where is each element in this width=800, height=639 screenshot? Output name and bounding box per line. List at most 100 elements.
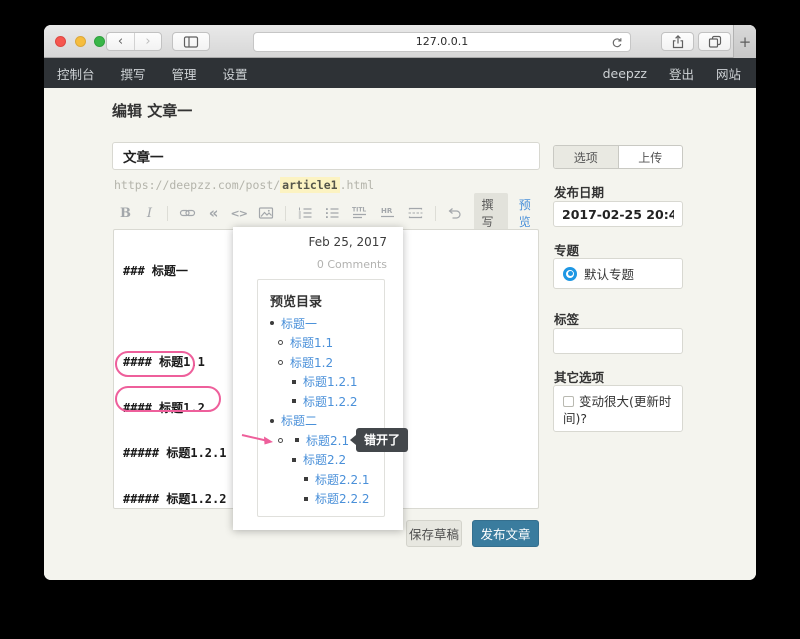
traffic-lights [55,36,105,47]
tags-label: 标签 [554,309,579,328]
link-icon[interactable] [179,205,196,221]
close-window-button[interactable] [55,36,66,47]
markdown-text: ### 标题一 #### 标题1.1 #### 标题1.2 ##### 标题1.… [123,235,234,580]
editor-line: #### 标题1.2 [123,400,234,418]
toc-item: 标题二 [270,415,384,427]
toc-item: 标题一 [270,317,384,329]
comments-count-link[interactable]: 0 Comments [317,258,387,271]
toolbar-divider [167,206,168,221]
ordered-list-icon[interactable] [297,205,313,221]
other-options-row: 变动很大(更新时间)? [553,385,683,432]
share-button[interactable] [661,32,694,51]
forward-button[interactable]: › [134,33,161,50]
nav-item-logout[interactable]: 登出 [658,58,705,88]
misaligned-tooltip: 错开了 [356,428,408,452]
svg-text:HR: HR [381,207,393,215]
disc-bullet-icon [270,321,274,325]
toc-link[interactable]: 标题1.1 [290,334,333,351]
italic-icon[interactable]: I [143,205,156,221]
tab-options[interactable]: 选项 [554,146,619,168]
unordered-list-icon[interactable] [324,205,340,221]
toc-link[interactable]: 标题1.2.1 [303,373,358,390]
quote-icon[interactable]: « [207,205,220,221]
tab-write[interactable]: 撰写 [474,193,508,233]
toc-title: 预览目录 [270,291,384,307]
editor-line [123,309,234,327]
share-icon [670,34,686,50]
toc-item: 标题1.2 [270,356,384,368]
bold-icon[interactable]: B [119,205,132,221]
code-icon[interactable]: <> [231,205,247,221]
toc-item: 标题1.2.1 [270,376,384,388]
toc-item: 标题1.1 [270,337,384,349]
topic-label: 专题 [554,240,579,259]
nav-item-console[interactable]: 控制台 [44,58,108,88]
new-tab-button[interactable]: + [733,25,756,58]
toc-link[interactable]: 标题2.1 [306,432,349,449]
image-icon[interactable] [258,205,274,221]
url-slug[interactable]: article1 [280,177,339,193]
editor-line: #### 标题1.1 [123,354,234,372]
article-url: https://deepzz.com/post/article1.html [114,178,374,192]
square-bullet-icon [304,477,308,481]
page-break-icon[interactable] [407,205,424,221]
horizontal-rule-icon[interactable]: HR [379,205,396,221]
url-text: 127.0.0.1 [416,35,468,48]
topic-option-row: 默认专题 [553,258,683,289]
nav-item-settings[interactable]: 设置 [210,58,261,88]
toc-link[interactable]: 标题一 [281,315,317,332]
toc-link[interactable]: 标题2.2 [303,451,346,468]
nav-item-username[interactable]: deepzz [592,58,658,88]
reload-icon[interactable] [610,36,624,50]
tab-preview[interactable]: 预览 [519,196,537,230]
preview-date: Feb 25, 2017 [309,235,388,249]
toc-link[interactable]: 标题1.2.2 [303,393,358,410]
back-button[interactable]: ‹ [107,33,134,50]
publish-button[interactable]: 发布文章 [472,520,539,547]
toc-link[interactable]: 标题2.2.2 [315,490,370,507]
tags-input[interactable] [553,328,683,354]
article-title-input[interactable] [112,142,540,170]
radio-selected-icon[interactable] [563,267,577,281]
toc-item: 标题2.2 [270,454,384,466]
toc-link[interactable]: 标题二 [281,412,317,429]
svg-text:TITL: TITL [352,207,366,214]
nav-item-write[interactable]: 撰写 [108,58,159,88]
admin-navbar: 控制台 撰写 管理 设置 deepzz 登出 网站 [44,58,756,88]
nav-item-site[interactable]: 网站 [705,58,752,88]
main-content: 编辑 文章一 https://deepzz.com/post/article1.… [44,88,756,580]
screenshot-stage: ‹ › 127.0.0.1 [0,0,800,639]
editor-line: ### 标题一 [123,263,234,281]
minimize-window-button[interactable] [75,36,86,47]
tab-overview-button[interactable] [698,32,731,51]
toc-item: 标题1.2.2 [270,395,384,407]
toc-link[interactable]: 标题2.2.1 [315,471,370,488]
editor-line: ##### 标题1.2.1 [123,445,234,463]
checkbox-unchecked-icon[interactable] [563,396,574,407]
square-bullet-icon [292,380,296,384]
square-bullet-icon [292,458,296,462]
heading-icon[interactable]: TITL [351,205,368,221]
toc-item: 标题2.2.1 [270,473,384,485]
square-bullet-icon [292,399,296,403]
toc-link[interactable]: 标题1.2 [290,354,333,371]
zoom-window-button[interactable] [94,36,105,47]
save-draft-button[interactable]: 保存草稿 [406,520,462,547]
square-bullet-icon [295,438,299,442]
publish-date-label: 发布日期 [554,182,604,201]
browser-chrome: ‹ › 127.0.0.1 [44,25,756,58]
preview-overlay: Feb 25, 2017 0 Comments 预览目录 标题一 标题1.1 [233,227,403,530]
toolbar-divider [285,206,286,221]
undo-icon[interactable] [447,205,463,221]
tab-upload[interactable]: 上传 [619,146,683,168]
sidebar-toggle-button[interactable] [172,32,210,51]
url-bar[interactable]: 127.0.0.1 [253,32,631,52]
nav-item-manage[interactable]: 管理 [159,58,210,88]
sidebar-icon [183,34,199,50]
circle-bullet-icon [278,340,283,345]
editor-line [123,536,234,554]
other-options-label: 其它选项 [554,367,604,386]
checkbox-label: 变动很大(更新时间)? [563,394,671,426]
publish-date-input[interactable] [553,201,683,227]
editor-toolbar: B I « <> [113,200,539,226]
